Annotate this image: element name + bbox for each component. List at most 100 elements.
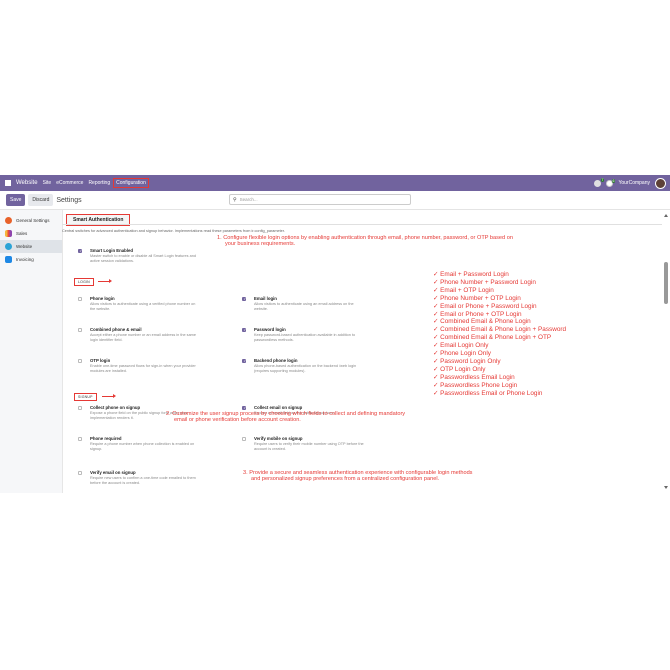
top-navbar: Website Site eCommerce Reporting Configu… xyxy=(0,175,670,191)
scroll-up-icon[interactable] xyxy=(664,214,668,217)
settings-app-icon xyxy=(5,217,12,224)
login-group-label: LOGIN xyxy=(74,278,94,286)
avatar[interactable] xyxy=(655,177,666,189)
scrollbar-thumb[interactable] xyxy=(664,262,668,304)
setting-title: Phone required xyxy=(90,436,122,441)
annotation-note-1: 1. Configure flexible login options by e… xyxy=(217,235,513,248)
search-icon: ⚲ xyxy=(233,196,237,203)
setting-desc: before the account is created. xyxy=(90,481,141,486)
feature-item: ✓ Combined Email & Phone Login xyxy=(433,318,531,326)
setting-desc: website. xyxy=(254,307,268,312)
password-login-checkbox[interactable] xyxy=(242,328,246,332)
navbar-systray: 7 6 YourCompany xyxy=(594,175,666,191)
feature-checklist: ✓ Email + Password Login ✓ Phone Number … xyxy=(433,271,566,398)
setting-desc: active session validations. xyxy=(90,259,134,264)
verify-email-checkbox[interactable] xyxy=(78,471,82,475)
setting-desc: (requires supporting modules). xyxy=(254,369,306,374)
setting-verify-email-signup: Verify email on signup Require new users… xyxy=(78,470,238,486)
setting-title: Combined phone & email xyxy=(90,327,142,332)
feature-item: ✓ Phone Login Only xyxy=(433,350,491,358)
phone-login-checkbox[interactable] xyxy=(78,297,82,301)
feature-item: ✓ Combined Email & Phone Login + OTP xyxy=(433,334,552,342)
sidebar-item-label: Website xyxy=(16,244,33,249)
setting-desc: passwordless methods. xyxy=(254,338,294,343)
sales-app-icon xyxy=(5,230,12,237)
arrow-icon xyxy=(102,394,116,398)
annotation-line: your business requirements. xyxy=(225,241,296,248)
setting-title: Password login xyxy=(254,327,286,332)
annotation-line: and personalized signup preferences from… xyxy=(251,476,440,483)
phone-required-checkbox[interactable] xyxy=(78,437,82,441)
setting-backend-phone-login: Backend phone login Allow phone-based au… xyxy=(242,358,402,374)
annotation-note-3: 3. Provide a secure and seamless authent… xyxy=(243,470,472,483)
signup-group-label: SIGNUP xyxy=(74,393,97,401)
arrow-icon xyxy=(98,279,112,283)
sidebar-item-label: Sales xyxy=(16,231,28,236)
sidebar-item-website[interactable]: Website xyxy=(0,240,62,253)
setting-phone-required: Phone required Require a phone number wh… xyxy=(78,436,238,452)
smart-login-checkbox[interactable] xyxy=(78,249,82,253)
sidebar-item-sales[interactable]: Sales xyxy=(0,227,62,240)
setting-verify-mobile-signup: Verify mobile on signup Require users to… xyxy=(242,436,402,452)
menu-reporting[interactable]: Reporting xyxy=(88,180,110,186)
feature-item: ✓ Passwordless Email or Phone Login xyxy=(433,389,543,397)
annotation-line: email or phone verification before accou… xyxy=(174,417,301,424)
scroll-down-icon[interactable] xyxy=(664,486,668,489)
annotation-note-2: 2. Customize the user signup process by … xyxy=(166,411,405,424)
collect-email-checkbox[interactable] xyxy=(242,406,246,410)
feature-item: ✓ Passwordless Email Login xyxy=(433,373,515,381)
setting-title: Phone login xyxy=(90,296,115,301)
feature-item: ✓ Combined Email & Phone Login + Passwor… xyxy=(433,326,567,334)
feature-item: ✓ OTP Login Only xyxy=(433,365,486,373)
setting-title: Verify mobile on signup xyxy=(254,436,303,441)
sidebar-item-invoicing[interactable]: Invoicing xyxy=(0,253,62,266)
verify-mobile-checkbox[interactable] xyxy=(242,437,246,441)
menu-site[interactable]: Site xyxy=(43,180,52,186)
settings-sidebar: General Settings Sales Website Invoicing xyxy=(0,210,63,493)
clock-icon[interactable]: 6 xyxy=(606,178,616,187)
setting-desc: login identifier field. xyxy=(90,338,123,343)
sidebar-item-general-settings[interactable]: General Settings xyxy=(0,214,62,227)
collect-phone-checkbox[interactable] xyxy=(78,406,82,410)
discard-button[interactable]: Discard xyxy=(28,194,54,206)
menu-ecommerce[interactable]: eCommerce xyxy=(56,180,83,186)
setting-title: Collect email on signup xyxy=(254,405,303,410)
app-brand[interactable]: Website xyxy=(16,180,38,186)
setting-title: Collect phone on signup xyxy=(90,405,141,410)
setting-title: Smart Login Enabled xyxy=(90,248,133,253)
menu-configuration[interactable]: Configuration xyxy=(113,178,149,188)
feature-item: ✓ Phone Number + Password Login xyxy=(433,278,536,286)
backend-phone-login-checkbox[interactable] xyxy=(242,359,246,363)
feature-item: ✓ Phone Number + OTP Login xyxy=(433,294,521,302)
setting-desc: account is created. xyxy=(254,447,286,452)
apps-menu-icon[interactable] xyxy=(5,180,11,186)
feature-item: ✓ Email + Password Login xyxy=(433,271,509,278)
sidebar-item-label: Invoicing xyxy=(16,257,34,262)
sidebar-item-label: General Settings xyxy=(16,218,50,223)
search-input[interactable]: ⚲ Search... xyxy=(229,194,411,205)
save-button[interactable]: Save xyxy=(6,194,26,206)
setting-email-login: Email login Allow visitors to authentica… xyxy=(242,296,402,312)
setting-smart-login-enabled: Smart Login Enabled Master switch to ena… xyxy=(78,248,238,264)
setting-desc: the website. xyxy=(90,307,111,312)
activity-badge: 6 xyxy=(611,178,616,183)
setting-combined-phone-email: Combined phone & email Accept either a p… xyxy=(78,327,238,343)
email-login-checkbox[interactable] xyxy=(242,297,246,301)
combined-login-checkbox[interactable] xyxy=(78,328,82,332)
scrollbar[interactable] xyxy=(662,210,670,493)
setting-title: Email login xyxy=(254,296,277,301)
app-window: Website Site eCommerce Reporting Configu… xyxy=(0,175,670,493)
setting-phone-login: Phone login Allow visitors to authentica… xyxy=(78,296,238,312)
divider xyxy=(62,224,662,225)
website-app-icon xyxy=(5,243,12,250)
settings-content: Smart Authentication Central switches fo… xyxy=(62,210,662,493)
chat-icon[interactable]: 7 xyxy=(594,177,605,187)
company-name[interactable]: YourCompany xyxy=(618,180,650,186)
setting-title: Backend phone login xyxy=(254,358,298,363)
feature-item: ✓ Email Login Only xyxy=(433,342,489,350)
setting-otp-login: OTP login Enable one-time password flows… xyxy=(78,358,238,374)
page-title: Settings xyxy=(56,196,82,204)
setting-desc: modules are installed. xyxy=(90,369,127,374)
otp-login-checkbox[interactable] xyxy=(78,359,82,363)
control-panel: Save Discard Settings ⚲ Search... xyxy=(0,191,670,210)
